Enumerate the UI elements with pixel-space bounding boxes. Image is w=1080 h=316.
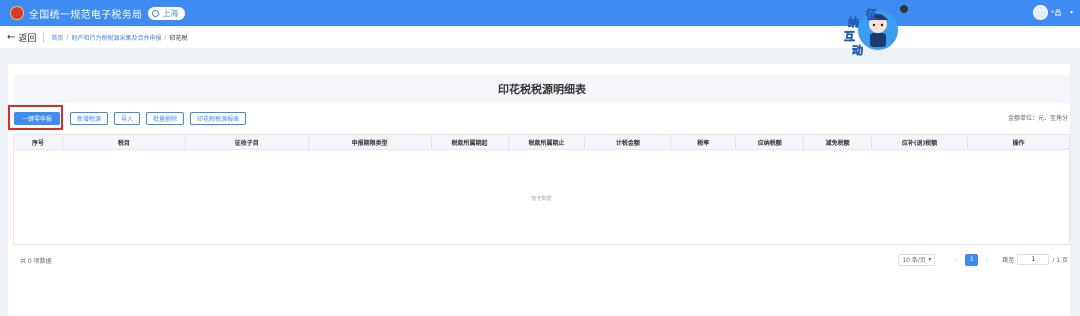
source-table: 序号 税目 征收子目 申报期限类型 税款所属期起 税款所属期止 计税金额 税率 … [13,134,1070,150]
mascot-char: 互 [844,30,855,43]
import-button[interactable]: 导入 [114,111,141,125]
chevron-down-icon[interactable]: ▾ [1070,9,1073,16]
column-header: 操作 [967,134,1070,150]
column-header: 税率 [670,134,737,150]
mascot-char: 征 [866,7,877,21]
page-number-current[interactable]: 1 [965,253,979,266]
goto-page-input[interactable]: 1 [1017,254,1050,265]
avatar[interactable] [1033,5,1048,20]
mascot-eye [880,23,884,27]
page-size-select[interactable]: 10 条/页 ▾ [898,253,936,266]
pagination: 10 条/页 ▾ ‹ 1 › 跳至 1 / 1 页 [898,253,1068,266]
breadcrumb-separator: / [66,33,69,41]
mascot-eye [872,23,876,27]
breadcrumb-collection[interactable]: 财产和行为税税源采集及合并申报 [71,33,161,42]
location-icon [152,9,160,17]
page-title: 印花税税源明细表 [14,75,1070,103]
mascot-char: 纳 [848,15,859,29]
mascot-body [870,33,886,47]
back-button[interactable]: ← 返回 [7,31,36,44]
total-pages: / 1 页 [1052,257,1068,264]
breadcrumb-separator: / [164,33,167,41]
column-header: 序号 [13,134,63,150]
prev-page-icon[interactable]: ‹ [950,256,962,263]
column-header: 税款所属期止 [507,134,586,150]
app-title: 全国统一规范电子税务局 [29,9,143,21]
batch-delete-button[interactable]: 批量删除 [146,111,185,125]
column-header: 计税金额 [584,134,672,150]
column-header: 应补(退)税额 [871,134,969,150]
column-header: 减免税额 [803,134,873,150]
divider [43,32,45,42]
arrow-left-icon: ← [7,31,16,43]
notification-icon[interactable] [900,5,908,13]
table-body-empty: 暂无数据 [13,149,1070,245]
chevron-down-icon: ▾ [928,256,932,263]
amount-unit-text: 金额单位：元、至角分 [1007,115,1068,122]
user-name[interactable]: *昌 [1051,8,1062,18]
add-source-button[interactable]: 新增税源 [70,111,109,125]
highlight-box [8,105,63,130]
mascot-badge[interactable]: 征 纳 互 动 [838,2,900,56]
empty-text: 暂无数据 [531,196,552,202]
total-count: 共 0 项数据 [20,258,52,265]
column-header: 税款所属期起 [430,134,509,150]
back-label: 返回 [18,33,37,44]
column-header: 应纳税额 [735,134,805,150]
next-page-icon[interactable]: › [981,256,993,263]
region-label: 上海 [162,8,179,18]
table-header-row: 序号 税目 征收子目 申报期限类型 税款所属期起 税款所属期止 计税金额 税率 … [13,134,1070,150]
column-header: 申报期限类型 [307,134,432,150]
breadcrumb-home[interactable]: 首页 [51,33,63,42]
breadcrumb-bar: ← 返回 首页 / 财产和行为税税源采集及合并申报 / 印花税 [0,26,1080,48]
source-report-button[interactable]: 印花税税源报表 [190,111,247,125]
tax-emblem-icon [10,6,24,20]
region-switch[interactable]: 上海 [148,6,186,20]
column-header: 税目 [61,134,186,150]
top-bar: 全国统一规范电子税务局 上海 [0,0,1080,26]
mascot-char: 动 [852,43,863,56]
breadcrumb-current: 印花税 [169,34,188,42]
page-size-value: 10 条/页 [902,257,926,264]
column-header: 征收子目 [184,134,309,150]
goto-label: 跳至 [1002,257,1015,264]
